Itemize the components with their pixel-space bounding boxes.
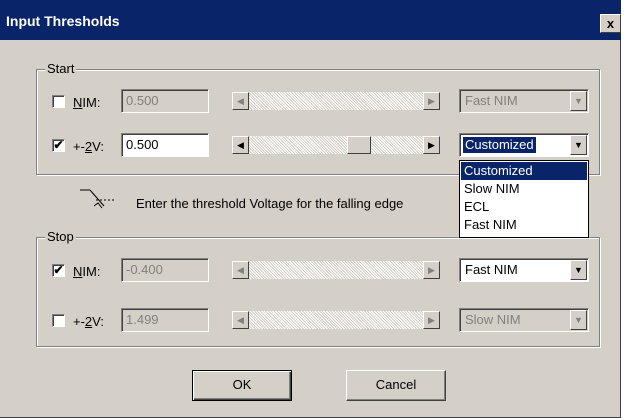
dropdown-item[interactable]: Fast NIM xyxy=(461,216,587,234)
start-nim-combo-value: Fast NIM xyxy=(465,93,518,108)
stop-nim-checkbox[interactable]: ✔ xyxy=(52,264,65,277)
check-icon: ✔ xyxy=(53,138,64,152)
slider-thumb[interactable] xyxy=(347,136,371,154)
chevron-down-icon[interactable]: ▼ xyxy=(570,310,587,330)
start-2v-combo-value: Customized xyxy=(462,136,537,154)
slider-left-icon[interactable]: ◀ xyxy=(232,136,249,154)
stop-nim-combo-value: Fast NIM xyxy=(465,262,518,277)
falling-edge-icon xyxy=(80,189,116,209)
close-button[interactable]: x xyxy=(600,14,621,33)
stop-nim-combo[interactable]: Fast NIM ▼ xyxy=(459,258,589,282)
start-2v-input[interactable]: 0.500 xyxy=(121,133,209,157)
start-2v-checkbox[interactable]: ✔ xyxy=(52,139,65,152)
ok-button[interactable]: OK xyxy=(192,370,292,401)
dropdown-item[interactable]: ECL xyxy=(461,198,587,216)
slider-right-icon[interactable]: ▶ xyxy=(423,92,440,110)
start-nim-combo[interactable]: Fast NIM ▼ xyxy=(459,89,589,113)
start-nim-label: NIM: xyxy=(73,95,101,110)
stop-2v-input[interactable]: 1.499 xyxy=(121,308,209,332)
start-group-label: Start xyxy=(45,61,77,76)
start-nim-input[interactable]: 0.500 xyxy=(121,89,209,113)
stop-2v-combo-value: Slow NIM xyxy=(465,312,521,327)
stop-2v-slider[interactable]: ◀ ▶ xyxy=(232,311,440,329)
title-bar: Input Thresholds x xyxy=(0,0,621,40)
stop-2v-checkbox[interactable] xyxy=(52,314,65,327)
stop-2v-combo[interactable]: Slow NIM ▼ xyxy=(459,308,589,332)
chevron-down-icon[interactable]: ▼ xyxy=(570,91,587,111)
stop-2v-label: +-2V: xyxy=(73,314,104,329)
slider-left-icon[interactable]: ◀ xyxy=(232,311,249,329)
combo-dropdown-list: Customized Slow NIM ECL Fast NIM xyxy=(459,160,589,238)
start-2v-label: +-2V: xyxy=(73,139,104,154)
input-thresholds-dialog: Input Thresholds x Start NIM: 0.500 ◀ ▶ … xyxy=(0,0,621,418)
start-2v-slider[interactable]: ◀ ▶ xyxy=(232,136,440,154)
dropdown-item[interactable]: Slow NIM xyxy=(461,180,587,198)
slider-left-icon[interactable]: ◀ xyxy=(232,92,249,110)
cancel-button[interactable]: Cancel xyxy=(346,370,446,401)
chevron-down-icon[interactable]: ▼ xyxy=(570,260,587,280)
slider-right-icon[interactable]: ▶ xyxy=(423,311,440,329)
stop-nim-label: NIM: xyxy=(73,264,101,279)
info-text: Enter the threshold Voltage for the fall… xyxy=(136,196,404,211)
window-title: Input Thresholds xyxy=(6,13,120,29)
stop-nim-slider[interactable]: ◀ ▶ xyxy=(232,261,440,279)
check-icon: ✔ xyxy=(53,263,64,277)
start-nim-slider[interactable]: ◀ ▶ xyxy=(232,92,440,110)
stop-nim-input[interactable]: -0.400 xyxy=(121,258,209,282)
slider-left-icon[interactable]: ◀ xyxy=(232,261,249,279)
stop-group-label: Stop xyxy=(45,229,76,244)
slider-right-icon[interactable]: ▶ xyxy=(423,261,440,279)
start-2v-combo[interactable]: Customized ▼ xyxy=(459,133,589,157)
chevron-down-icon[interactable]: ▼ xyxy=(570,135,587,155)
start-nim-checkbox[interactable] xyxy=(52,95,65,108)
dropdown-item[interactable]: Customized xyxy=(461,162,587,180)
slider-right-icon[interactable]: ▶ xyxy=(423,136,440,154)
close-icon: x xyxy=(606,16,615,31)
